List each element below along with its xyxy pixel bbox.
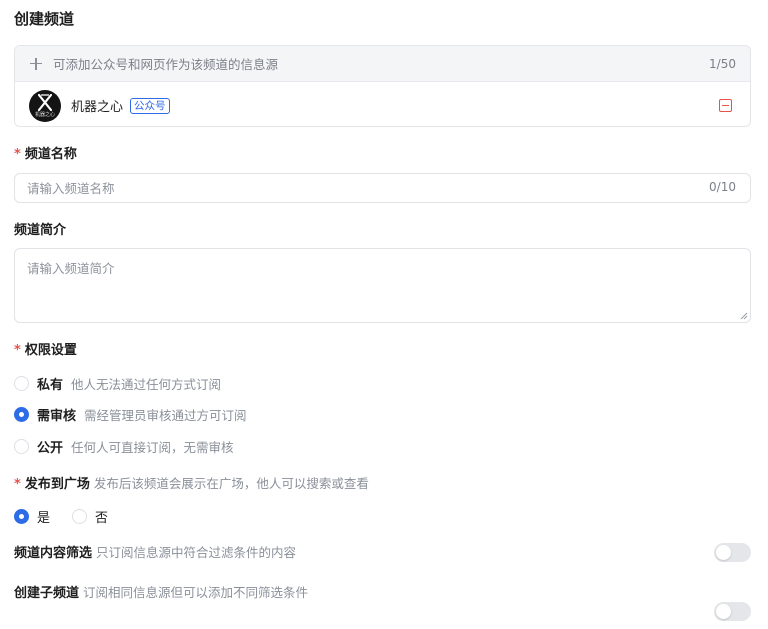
list-item: 机器之心 机器之心 公众号 [15,83,750,126]
filter-toggle[interactable] [714,543,751,562]
sub-channel-label-text: 创建子频道 [14,586,80,601]
permission-option-public[interactable]: 公开 任何人可直接订阅，无需审核 [14,437,234,456]
resize-handle-icon[interactable] [740,312,748,320]
channel-desc-textarea[interactable] [27,258,737,316]
permission-option-private[interactable]: 私有 他人无法通过任何方式订阅 [14,374,221,393]
source-name: 机器之心 [71,100,124,115]
source-type-badge: 公众号 [130,97,170,114]
add-source-button[interactable]: 可添加公众号和网页作为该频道的信息源 1/50 [15,46,750,82]
channel-desc-label: 频道简介 [14,221,66,241]
radio-label: 私有 [37,378,64,393]
radio-label: 公开 [37,441,64,456]
page-title: 创建频道 [14,10,75,28]
radio-label: 需审核 [37,409,77,424]
permission-label: * 权限设置 [14,341,77,361]
publish-label-text: 发布到广场 [24,477,90,492]
filter-label-text: 频道内容筛选 [14,546,93,561]
radio-no[interactable] [72,509,87,524]
plus-icon [29,57,43,71]
add-source-label: 可添加公众号和网页作为该频道的信息源 [53,57,279,72]
sub-channel-hint: 订阅相同信息源但可以添加不同筛选条件 [83,585,309,600]
radio-desc: 任何人可直接订阅，无需审核 [71,440,234,455]
radio-label: 是 [37,511,51,526]
radio-public[interactable] [14,439,29,454]
radio-desc: 需经管理员审核通过方可订阅 [84,408,247,423]
filter-label: 频道内容筛选 只订阅信息源中符合过滤条件的内容 [14,543,296,564]
channel-name-field: 0/10 [14,173,751,203]
radio-review[interactable] [14,407,29,422]
remove-source-icon[interactable] [719,99,732,112]
channel-desc-field [14,248,751,323]
avatar: 机器之心 [29,89,61,122]
sub-channel-toggle[interactable] [714,602,751,621]
permission-option-review[interactable]: 需审核 需经管理员审核通过方可订阅 [14,405,247,424]
radio-private[interactable] [14,376,29,391]
logo-icon [38,93,52,111]
channel-desc-label-text: 频道简介 [14,223,67,238]
radio-yes[interactable] [14,509,29,524]
channel-name-input[interactable] [27,174,667,202]
radio-label: 否 [95,511,109,526]
radio-desc: 他人无法通过任何方式订阅 [71,377,222,392]
required-mark: * [14,477,21,492]
channel-name-counter: 0/10 [709,180,736,194]
avatar-text: 机器之心 [34,111,55,118]
publish-option-yes[interactable]: 是 [14,507,50,526]
sub-channel-label: 创建子频道 订阅相同信息源但可以添加不同筛选条件 [14,583,308,604]
publish-hint: 发布后该频道会展示在广场，他人可以搜索或查看 [93,476,369,491]
channel-name-label-text: 频道名称 [24,147,77,162]
publish-option-no[interactable]: 否 [72,507,108,526]
permission-label-text: 权限设置 [24,343,77,358]
filter-hint: 只订阅信息源中符合过滤条件的内容 [96,545,297,560]
source-list: 可添加公众号和网页作为该频道的信息源 1/50 机器之心 机器之心 公众号 [14,45,751,127]
source-count: 1/50 [709,56,736,71]
required-mark: * [14,147,21,162]
required-mark: * [14,343,21,358]
publish-label: * 发布到广场 发布后该频道会展示在广场，他人可以搜索或查看 [14,474,369,495]
channel-name-label: * 频道名称 [14,145,77,165]
